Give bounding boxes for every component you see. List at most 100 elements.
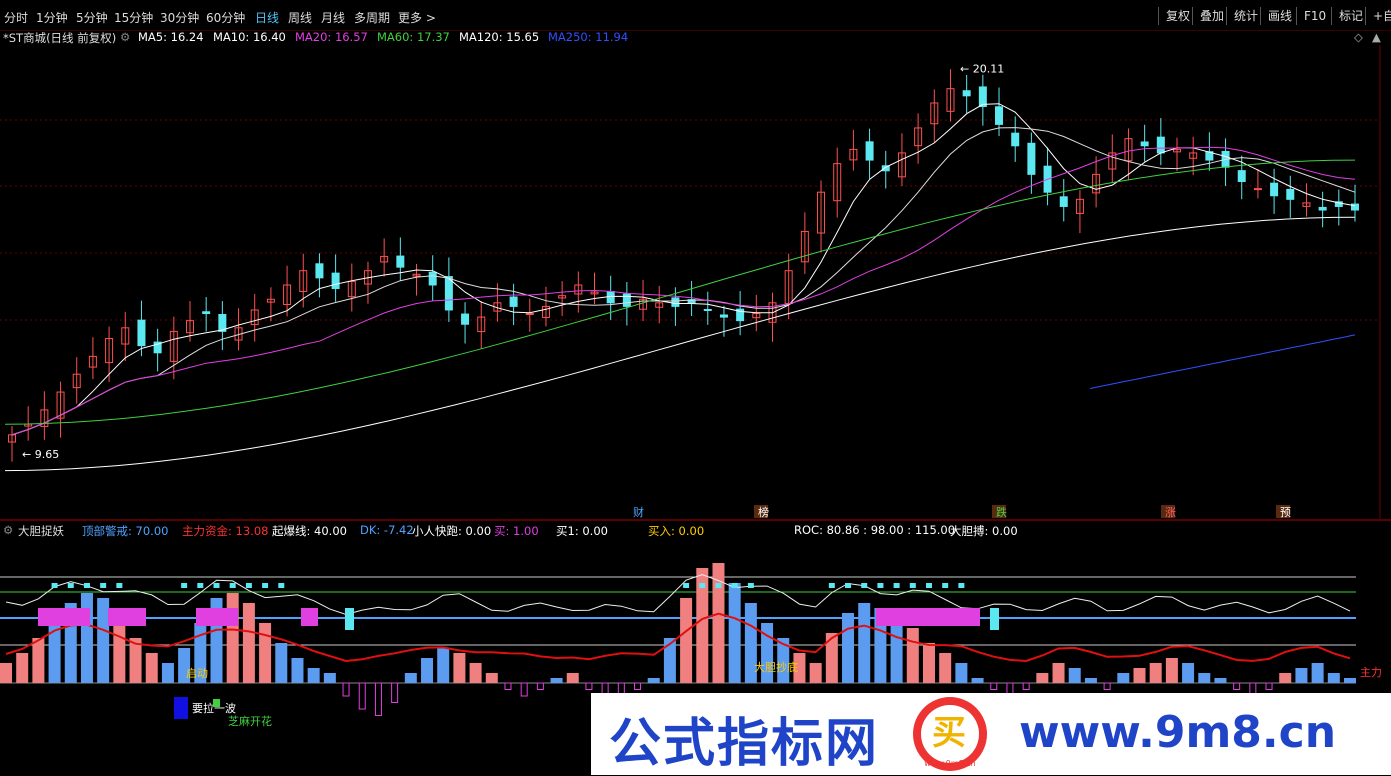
period-tab-1[interactable]: 1分钟	[36, 9, 68, 26]
candle-body-61	[995, 106, 1004, 125]
sub-bar-22	[358, 682, 366, 710]
sub-bar-14	[226, 593, 239, 683]
indicator-value-3: DK: -7.42	[360, 523, 414, 537]
ma-value-4: MA120: 15.65	[459, 30, 540, 44]
stock-title: *ST商城(日线 前复权)	[3, 31, 117, 45]
event-marker-0: 财	[633, 505, 644, 519]
cyan-marker-51	[828, 583, 835, 588]
sub-bar-50	[809, 663, 822, 683]
candle-body-70	[1140, 141, 1149, 147]
sub-bar-3	[48, 618, 61, 683]
cyan-marker-57	[925, 583, 932, 588]
ma-value-3: MA60: 17.37	[377, 30, 450, 44]
watermark-url: www.9m8.cn	[1019, 707, 1337, 758]
settings-gear-icon[interactable]: ⚙	[120, 30, 130, 44]
sub-bar-66	[1068, 668, 1081, 683]
sub-bar-39	[634, 682, 642, 690]
ma10-line	[11, 127, 1356, 436]
collapse-icon[interactable]: ▲	[1372, 30, 1381, 44]
cyan-marker-44	[715, 583, 722, 588]
period-tab-2[interactable]: 5分钟	[76, 9, 108, 26]
sub-bar-57	[922, 643, 935, 683]
candle-body-65	[1059, 196, 1068, 207]
sub-bar-81	[1311, 663, 1324, 683]
candle-body-20	[331, 272, 340, 290]
sub-bar-2	[32, 638, 45, 683]
marker-zhima: 芝麻开花	[228, 715, 272, 728]
sub-bar-23	[374, 682, 382, 716]
cyan-block-0	[345, 608, 354, 630]
diamond-icon[interactable]: ◇	[1354, 30, 1363, 44]
event-marker-4: 预	[1280, 506, 1291, 519]
sub-bar-1	[16, 653, 29, 683]
sub-bar-33	[536, 682, 544, 690]
cyan-marker-15	[245, 583, 252, 588]
sub-bar-40	[647, 678, 660, 683]
candle-body-53	[865, 141, 874, 161]
sub-bar-20	[323, 673, 336, 683]
candle-body-76	[1237, 170, 1246, 182]
sub-bar-21	[342, 682, 350, 697]
sub-bar-68	[1103, 682, 1111, 690]
sub-bar-36	[585, 682, 593, 690]
sub-bar-26	[421, 658, 434, 683]
cyan-marker-56	[909, 583, 916, 588]
candle-body-12	[202, 311, 211, 315]
sub-bar-17	[275, 643, 288, 683]
cyan-marker-59	[958, 583, 965, 588]
sub-bar-69	[1117, 673, 1130, 683]
blue-signal-block	[174, 697, 188, 719]
period-tab-0[interactable]: 分时	[4, 9, 28, 26]
sub-bar-63	[1022, 682, 1030, 690]
magenta-block-3	[301, 608, 318, 626]
sub-bar-75	[1214, 678, 1227, 683]
sub-bar-6	[97, 598, 110, 683]
sub-bar-32	[520, 682, 528, 697]
period-tab-7[interactable]: 周线	[288, 9, 312, 26]
sub-bar-82	[1327, 673, 1340, 683]
sub-bar-31	[504, 682, 512, 690]
period-tab-8[interactable]: 月线	[321, 9, 345, 26]
tool-button-4[interactable]: F10	[1296, 7, 1333, 25]
sub-bar-25	[404, 673, 417, 683]
marker-qidong: 启动	[186, 667, 208, 680]
sub-bar-71	[1149, 663, 1162, 683]
candle-body-19	[315, 263, 324, 279]
sub-bar-28	[453, 653, 466, 683]
event-marker-1: 榜	[758, 505, 769, 519]
indicator-settings-icon[interactable]: ⚙	[3, 523, 13, 537]
period-tab-9[interactable]: 多周期	[354, 9, 390, 26]
period-tab-10[interactable]: 更多 >	[398, 9, 436, 26]
period-tab-3[interactable]: 15分钟	[114, 9, 153, 26]
period-tab-4[interactable]: 30分钟	[160, 9, 199, 26]
tool-button-6[interactable]: +自选	[1365, 7, 1391, 25]
sub-bar-24	[391, 682, 399, 703]
sub-bar-30	[485, 673, 498, 683]
sub-bar-58	[939, 653, 952, 683]
candle-body-60	[978, 86, 987, 108]
cyan-marker-6	[100, 583, 107, 588]
ma250-line	[1089, 334, 1356, 389]
candle-body-27	[444, 276, 453, 311]
indicator-value-8: ROC: 80.86 : 98.00 : 115.00	[794, 523, 956, 537]
period-tab-5[interactable]: 60分钟	[206, 9, 245, 26]
period-tab-6[interactable]: 日线	[255, 9, 279, 26]
cyan-block-1	[990, 608, 999, 630]
ma-value-2: MA20: 16.57	[295, 30, 368, 44]
sub-bar-18	[291, 658, 304, 683]
sub-bar-35	[566, 673, 579, 683]
cyan-marker-42	[683, 583, 690, 588]
sub-bar-78	[1265, 682, 1273, 690]
sub-bar-59	[955, 663, 968, 683]
sub-bar-55	[890, 618, 903, 683]
candle-body-44	[719, 314, 728, 318]
indicator-titlebar: ⚙ 大胆捉妖 顶部警戒: 70.00 主力资金: 13.08 起爆线: 40.00 D…	[0, 521, 1391, 538]
sub-bar-45	[728, 583, 741, 683]
price-chart[interactable]: ← 20.11 ← 9.65 财 榜 跌 涨 预	[0, 45, 1391, 519]
tool-button-3[interactable]: 画线	[1260, 7, 1299, 25]
magenta-block-4	[876, 608, 980, 626]
sub-bar-10	[161, 663, 174, 683]
sub-bar-56	[906, 628, 919, 683]
sub-bar-60	[971, 678, 984, 683]
magenta-block-0	[38, 608, 90, 626]
